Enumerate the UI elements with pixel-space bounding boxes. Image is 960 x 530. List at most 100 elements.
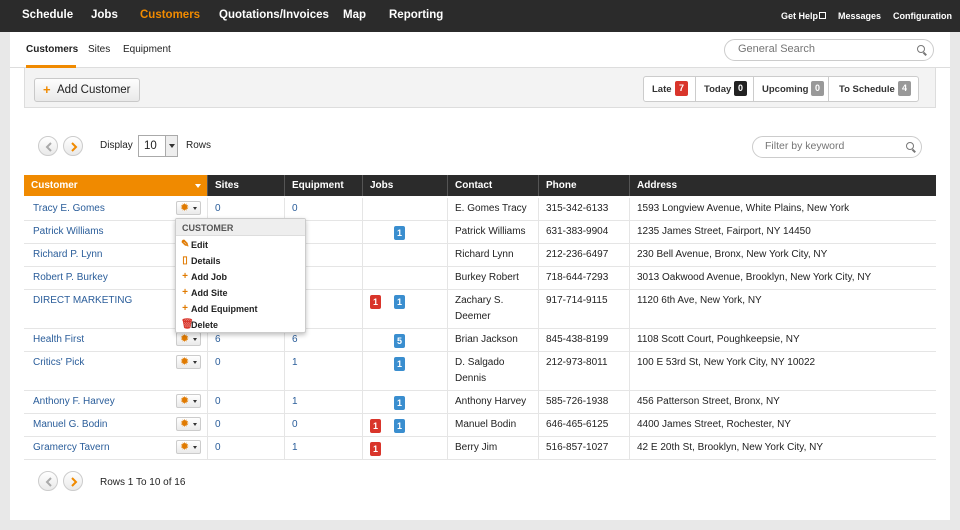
open-jobs-badge[interactable]: 1	[394, 357, 405, 371]
get-help-link[interactable]: Get Help	[781, 11, 827, 21]
filter-upcoming[interactable]: Upcoming 0	[754, 77, 829, 101]
nav-reporting[interactable]: Reporting	[389, 9, 443, 21]
caret-down-icon	[193, 400, 197, 403]
address-text: 3013 Oakwood Avenue, Brooklyn, New York …	[637, 272, 872, 283]
general-search-box[interactable]	[724, 39, 934, 61]
customer-name-link[interactable]: DIRECT MARKETING	[33, 295, 132, 306]
equipment-count-link[interactable]: 0	[292, 419, 298, 430]
configuration-link[interactable]: Configuration	[893, 11, 952, 21]
customer-name-link[interactable]: Tracy E. Gomes	[33, 203, 105, 214]
equipment-count-link[interactable]: 1	[292, 396, 298, 407]
messages-link[interactable]: Messages	[838, 11, 881, 21]
plus-icon: +	[182, 303, 188, 314]
equipment-count-link[interactable]: 1	[292, 442, 298, 453]
nav-schedule[interactable]: Schedule	[22, 9, 73, 21]
address-text: 1108 Scott Court, Poughkeepsie, NY	[637, 334, 800, 345]
menu-item-delete[interactable]: 🗑 Delete	[176, 317, 305, 333]
menu-header: CUSTOMER	[176, 219, 305, 236]
menu-item-add-site[interactable]: + Add Site	[176, 285, 305, 301]
late-jobs-badge[interactable]: 1	[370, 442, 381, 456]
equipment-count-link[interactable]: 1	[292, 357, 298, 368]
sites-count-link[interactable]: 0	[215, 442, 221, 453]
open-jobs-badge[interactable]: 5	[394, 334, 405, 348]
nav-jobs[interactable]: Jobs	[91, 9, 118, 21]
table-cell: 0	[207, 414, 284, 436]
menu-item-edit[interactable]: ✎ Edit	[176, 237, 305, 253]
row-actions-button[interactable]: ✹	[176, 394, 201, 408]
equipment-count-link[interactable]: 6	[292, 334, 298, 345]
phone-number: 315-342-6133	[546, 203, 609, 214]
search-icon[interactable]	[917, 45, 925, 53]
next-page-button-bottom[interactable]	[63, 471, 83, 491]
customer-name-link[interactable]: Manuel G. Bodin	[33, 419, 108, 430]
contact-name: Burkey Robert	[455, 272, 519, 283]
table-cell: 100 E 53rd St, New York City, NY 10022	[629, 352, 936, 390]
col-header-address[interactable]: Address	[629, 175, 936, 196]
get-help-label: Get Help	[781, 11, 819, 21]
table-cell: 631-383-9904	[538, 221, 629, 243]
sites-count-link[interactable]: 0	[215, 419, 221, 430]
general-search-input[interactable]	[738, 43, 908, 55]
equipment-count-link[interactable]: 0	[292, 203, 298, 214]
row-actions-button[interactable]: ✹	[176, 355, 201, 369]
address-text: 1120 6th Ave, New York, NY	[637, 295, 762, 306]
row-actions-button[interactable]: ✹	[176, 440, 201, 454]
tab-customers[interactable]: Customers	[26, 44, 78, 55]
customer-name-link[interactable]: Health First	[33, 334, 84, 345]
col-header-sites[interactable]: Sites	[207, 175, 284, 196]
search-icon[interactable]	[906, 142, 914, 150]
next-page-button[interactable]	[63, 136, 83, 156]
rows-per-page-select[interactable]: 10	[138, 135, 178, 157]
tab-sites[interactable]: Sites	[88, 44, 110, 55]
open-jobs-badge[interactable]: 1	[394, 396, 405, 410]
open-jobs-badge[interactable]: 1	[394, 295, 405, 309]
menu-item-details[interactable]: ▯ Details	[176, 253, 305, 269]
row-actions-button[interactable]: ✹	[176, 417, 201, 431]
prev-page-button-bottom[interactable]	[38, 471, 58, 491]
col-header-contact[interactable]: Contact	[447, 175, 538, 196]
late-jobs-badge[interactable]: 1	[370, 295, 381, 309]
col-header-equipment[interactable]: Equipment	[284, 175, 362, 196]
customer-name-link[interactable]: Robert P. Burkey	[33, 272, 108, 283]
nav-map[interactable]: Map	[343, 9, 366, 21]
sites-count-link[interactable]: 0	[215, 357, 221, 368]
col-header-customer[interactable]: Customer	[24, 175, 207, 196]
customer-name-link[interactable]: Anthony F. Harvey	[33, 396, 115, 407]
sites-count-link[interactable]: 6	[215, 334, 221, 345]
keyword-filter-box[interactable]	[752, 136, 922, 158]
filter-today[interactable]: Today 0	[696, 77, 754, 101]
row-actions-button[interactable]: ✹	[176, 201, 201, 215]
contact-name: E. Gomes Tracy	[455, 203, 527, 214]
tab-equipment[interactable]: Equipment	[123, 44, 171, 55]
nav-customers[interactable]: Customers	[140, 9, 200, 21]
sites-count-link[interactable]: 0	[215, 396, 221, 407]
filter-label: Today	[704, 84, 732, 95]
open-jobs-badge[interactable]: 1	[394, 226, 405, 240]
open-jobs-badge[interactable]: 1	[394, 419, 405, 433]
table-cell: Manuel Bodin	[447, 414, 538, 436]
customer-name-link[interactable]: Critics' Pick	[33, 357, 84, 368]
col-header-jobs[interactable]: Jobs	[362, 175, 447, 196]
menu-item-add-equipment[interactable]: + Add Equipment	[176, 301, 305, 317]
table-row: Robert P. Burkey Burkey Robert 718-644-729…	[24, 267, 936, 290]
late-jobs-badge[interactable]: 1	[370, 419, 381, 433]
nav-quotations-invoices[interactable]: Quotations/Invoices	[219, 9, 329, 21]
customer-name-link[interactable]: Patrick Williams	[33, 226, 104, 237]
customer-name-link[interactable]: Richard P. Lynn	[33, 249, 103, 260]
customer-name-link[interactable]: Gramercy Tavern	[33, 442, 110, 453]
contact-name: Manuel Bodin	[455, 419, 517, 430]
menu-item-add-job[interactable]: + Add Job	[176, 269, 305, 285]
filter-to-schedule[interactable]: To Schedule 4	[829, 77, 918, 101]
sites-count-link[interactable]: 0	[215, 203, 221, 214]
filter-late[interactable]: Late 7	[644, 77, 696, 101]
prev-page-button[interactable]	[38, 136, 58, 156]
keyword-filter-input[interactable]	[765, 140, 895, 152]
address-text: 230 Bell Avenue, Bronx, New York City, N…	[637, 249, 828, 260]
row-actions-button[interactable]: ✹	[176, 332, 201, 346]
filter-label: Late	[652, 84, 672, 95]
phone-number: 516-857-1027	[546, 442, 609, 453]
add-customer-button[interactable]: + Add Customer	[34, 78, 140, 102]
col-header-phone[interactable]: Phone	[538, 175, 629, 196]
table-cell: Manuel G. Bodin ✹	[24, 414, 207, 436]
contact-name: Anthony Harvey	[455, 396, 527, 407]
